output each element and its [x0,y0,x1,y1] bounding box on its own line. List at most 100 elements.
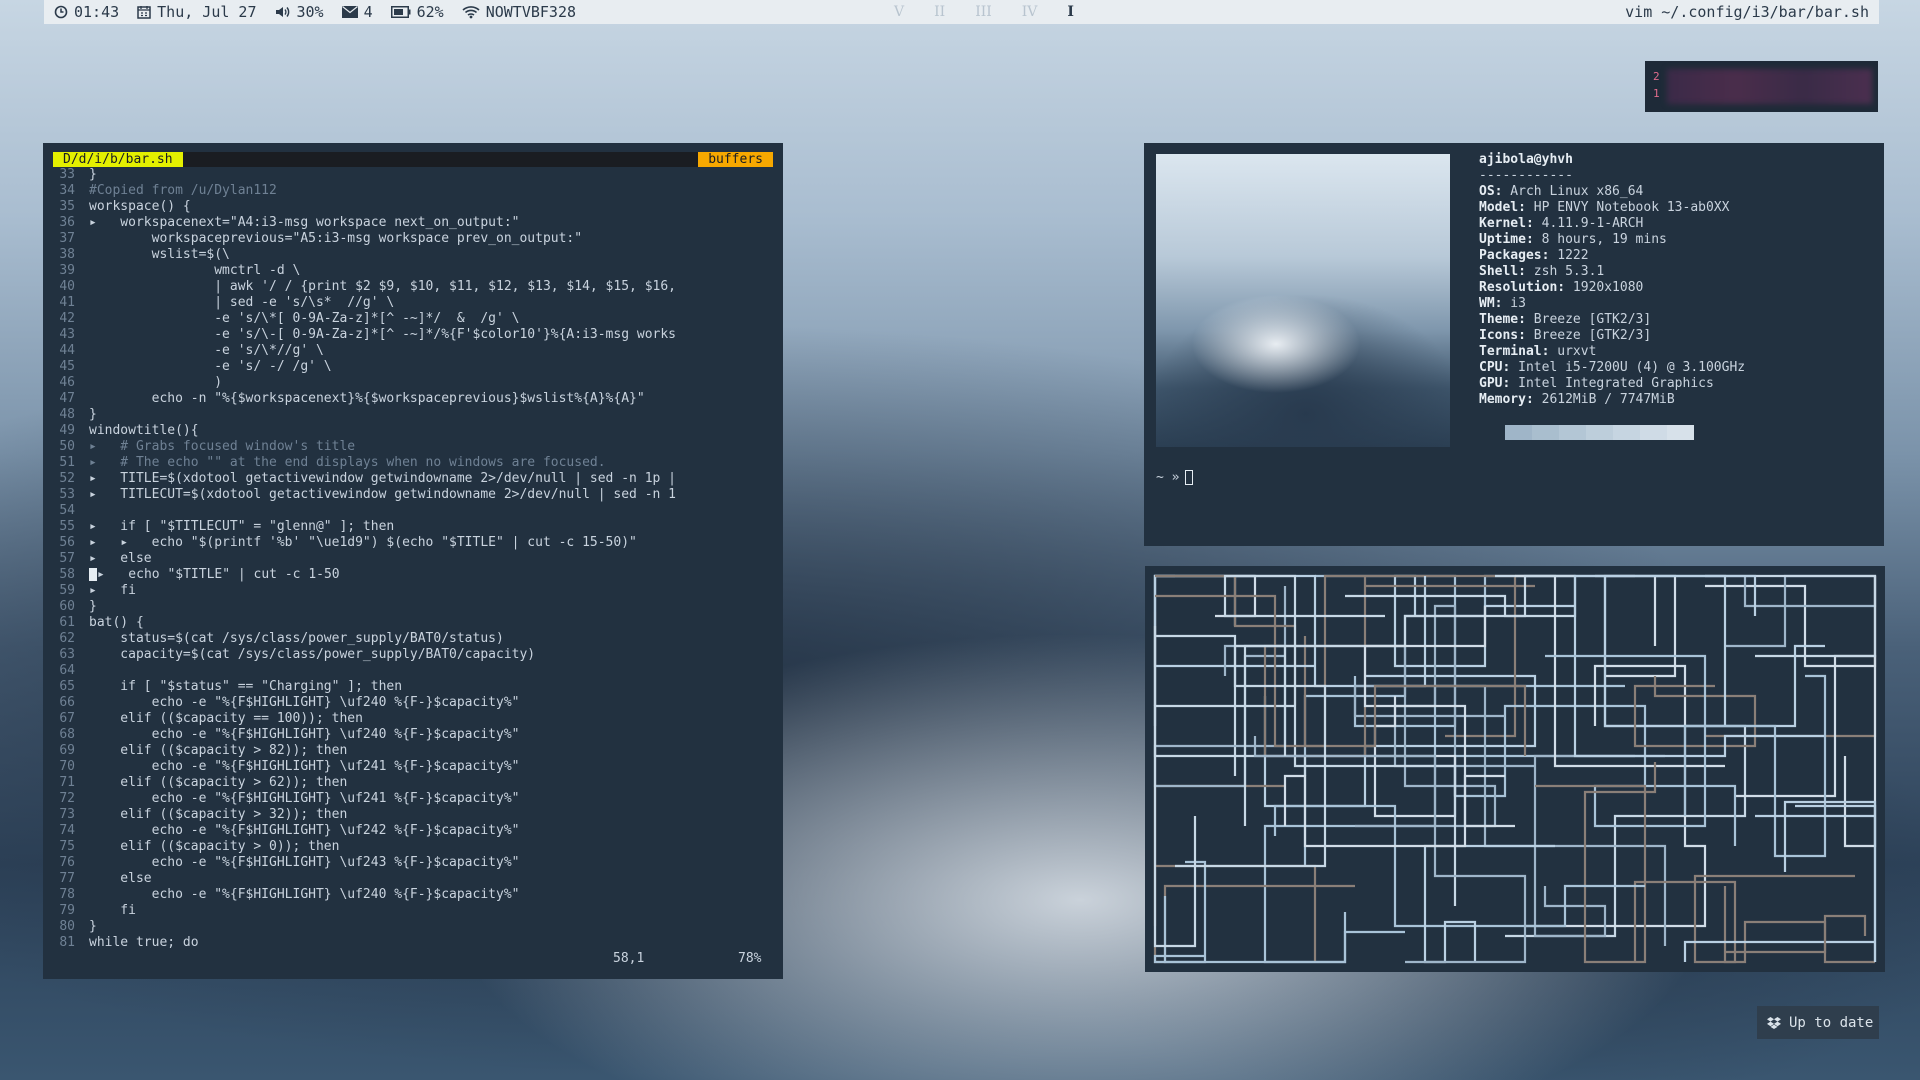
line-number: 40 [59,279,75,294]
code-line[interactable]: 48} [51,407,777,423]
code-line[interactable]: 42 -e 's/\*[ 0-9A-Za-z]*[^ -~]*/ & /g' \ [51,311,777,327]
workspace-iv[interactable]: IV [1022,4,1038,20]
code-line[interactable]: 74 echo -e "%{F$HIGHLIGHT} \uf242 %{F-}$… [51,823,777,839]
shell-prompt[interactable]: ~ » [1156,470,1194,485]
code-line[interactable]: 79 fi [51,903,777,919]
code-line[interactable]: 45 -e 's/ -/ /g' \ [51,359,777,375]
code-line[interactable]: 39 wmctrl -d \ [51,263,777,279]
code-line[interactable]: 46 ) [51,375,777,391]
mail-count: 4 [363,3,373,21]
code-line[interactable]: 80} [51,919,777,935]
code-line[interactable]: 44 -e 's/\*//g' \ [51,343,777,359]
code-line[interactable]: 63 capacity=$(cat /sys/class/power_suppl… [51,647,777,663]
pipes-terminal[interactable] [1145,566,1885,972]
code-line[interactable]: 76 echo -e "%{F$HIGHLIGHT} \uf243 %{F-}$… [51,855,777,871]
line-text: echo -e "%{F$HIGHLIGHT} \uf243 %{F-}$cap… [89,855,520,870]
color-palette [1505,425,1694,440]
info-value: 4.11.9-1-ARCH [1533,216,1644,231]
wifi-widget[interactable]: NOWTVBF328 [462,3,576,21]
code-line[interactable]: 59 ▸ fi [51,583,777,599]
code-line[interactable]: 36 ▸ workspacenext="A4:i3-msg workspace n… [51,215,777,231]
workspace-iii[interactable]: III [975,4,992,20]
code-line[interactable]: 41 | sed -e 's/\s* //g' \ [51,295,777,311]
vim-buffers-label[interactable]: buffers [698,152,773,167]
update-notification[interactable]: Up to date [1757,1006,1879,1039]
pipe-line [1595,574,1677,678]
vim-window[interactable]: D/d/i/b/bar.sh buffers 33} 34 #Copied from… [43,143,783,979]
workspace-ii[interactable]: II [934,4,945,20]
pipe-line [1683,804,1877,962]
code-line[interactable]: 43 -e 's/\-[ 0-9A-Za-z]*[^ -~]*/%{F'$col… [51,327,777,343]
code-line[interactable]: 58 ▸ echo "$TITLE" | cut -c 1-50 [51,567,777,583]
workspace-i-active[interactable]: I [1067,4,1074,20]
line-text: ▸ TITLE=$(xdotool getactivewindow getwin… [89,471,676,486]
code-line[interactable]: 62 status=$(cat /sys/class/power_supply/… [51,631,777,647]
code-line[interactable]: 52 ▸ TITLE=$(xdotool getactivewindow getw… [51,471,777,487]
pipe-line [1453,704,1647,798]
info-key: Uptime: [1479,232,1534,247]
code-line[interactable]: 67 elif (($capacity == 100)); then [51,711,777,727]
vim-file-tab[interactable]: D/d/i/b/bar.sh [53,152,183,167]
code-line[interactable]: 60} [51,599,777,615]
pipes-drawing [1153,574,1877,964]
code-line[interactable]: 78 echo -e "%{F$HIGHLIGHT} \uf240 %{F-}$… [51,887,777,903]
code-line[interactable]: 33} [51,167,777,183]
pipe-line [1163,896,1405,964]
widget-line-1: 2 [1653,70,1660,83]
pipe-line [1545,654,1737,846]
line-text: -e 's/ -/ /g' \ [89,359,332,374]
code-line[interactable]: 57 ▸ else [51,551,777,567]
code-line[interactable]: 49 windowtitle(){ [51,423,777,439]
code-line[interactable]: 77 else [51,871,777,887]
info-key: GPU: [1479,376,1511,391]
workspace-preview-widget: 2 1 [1645,61,1878,112]
code-line[interactable]: 81 while true; do [51,935,777,949]
code-line[interactable]: 71 elif (($capacity > 62)); then [51,775,777,791]
info-key: CPU: [1479,360,1511,375]
code-line[interactable]: 50 ▸ # Grabs focused window's title [51,439,777,455]
code-line[interactable]: 69 elif (($capacity > 82)); then [51,743,777,759]
pipe-line [1273,804,1645,928]
workspace-v[interactable]: V [894,4,904,20]
code-line[interactable]: 38 wslist=$(\ [51,247,777,263]
line-text: while true; do [89,935,199,949]
code-line[interactable]: 73 elif (($capacity > 32)); then [51,807,777,823]
code-line[interactable]: 65 if [ "$status" == "Charging" ]; then [51,679,777,695]
line-number: 43 [59,327,75,342]
volume-widget[interactable]: 30% [275,3,324,21]
code-line[interactable]: 54 [51,503,777,519]
mail-widget[interactable]: 4 [341,3,373,21]
line-text: wslist=$(\ [89,247,230,262]
code-line[interactable]: 53 ▸ TITLECUT=$(xdotool getactivewindow g… [51,487,777,503]
code-line[interactable]: 75 elif (($capacity > 0)); then [51,839,777,855]
code-line[interactable]: 51 ▸ # The echo "" at the end displays wh… [51,455,777,471]
code-line[interactable]: 56 ▸ ▸ echo "$(printf '%b' "\ue1d9") $(ec… [51,535,777,551]
code-line[interactable]: 70 echo -e "%{F$HIGHLIGHT} \uf241 %{F-}$… [51,759,777,775]
info-value: 8 hours, 19 mins [1533,232,1667,247]
update-label: Up to date [1789,1014,1874,1031]
line-number: 61 [59,615,75,630]
line-number: 42 [59,311,75,326]
mail-icon [341,6,358,18]
code-line[interactable]: 61 bat() { [51,615,777,631]
line-number: 56 [59,535,75,550]
neofetch-terminal[interactable]: ajibola@yhvh ------------ OS: Arch Linux… [1144,143,1884,546]
code-line[interactable]: 66 echo -e "%{F$HIGHLIGHT} \uf240 %{F-}$… [51,695,777,711]
code-line[interactable]: 72 echo -e "%{F$HIGHLIGHT} \uf241 %{F-}$… [51,791,777,807]
info-row: Model: HP ENVY Notebook 13-ab0XX [1479,200,1745,216]
code-line[interactable]: 47 echo -n "%{$workspacenext}%{$workspac… [51,391,777,407]
calendar-icon [137,6,151,19]
line-text: echo -e "%{F$HIGHLIGHT} \uf240 %{F-}$cap… [89,887,520,902]
vim-code-area[interactable]: 33} 34 #Copied from /u/Dylan112 35 workspace… [51,167,777,949]
code-line[interactable]: 55 ▸ if [ "$TITLECUT" = "glenn@" ]; then [51,519,777,535]
prompt-symbol: ~ » [1156,470,1180,485]
code-line[interactable]: 64 [51,663,777,679]
code-line[interactable]: 37 workspaceprevious="A5:i3-msg workspac… [51,231,777,247]
code-line[interactable]: 68 echo -e "%{F$HIGHLIGHT} \uf240 %{F-}$… [51,727,777,743]
line-number: 52 [59,471,75,486]
code-line[interactable]: 34 #Copied from /u/Dylan112 [51,183,777,199]
code-line[interactable]: 35 workspace() { [51,199,777,215]
vim-scroll-percent: 78% [738,951,762,966]
line-number: 79 [59,903,75,918]
code-line[interactable]: 40 | awk '/ / {print $2 $9, $10, $11, $1… [51,279,777,295]
